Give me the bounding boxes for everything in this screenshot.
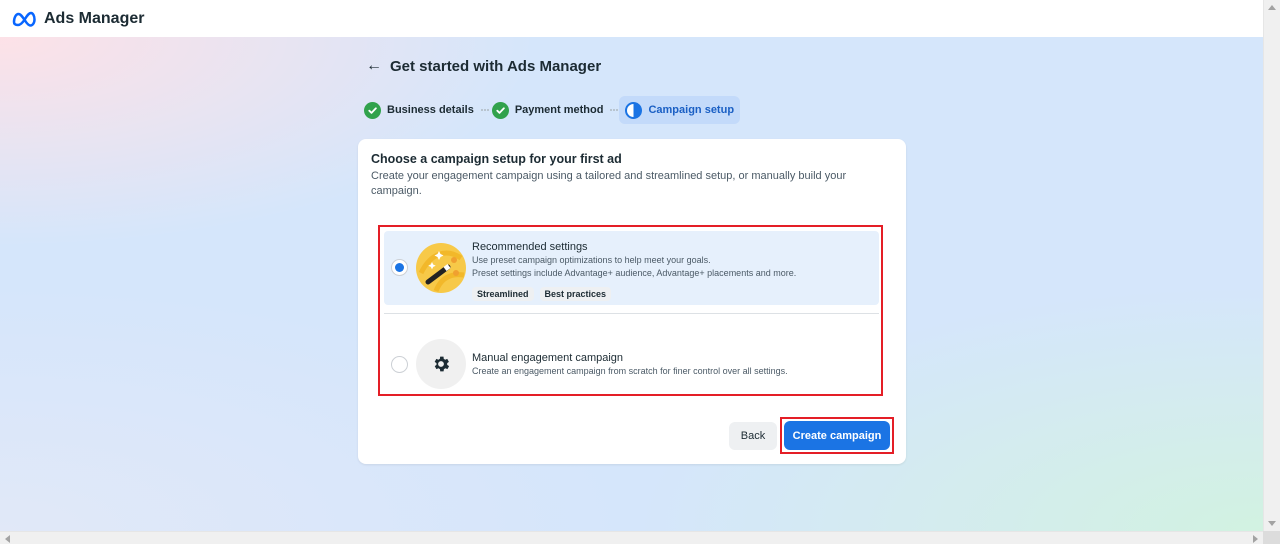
step-label: Business details: [387, 104, 474, 116]
step-business-details[interactable]: Business details: [362, 96, 480, 124]
meta-logo-icon: [12, 11, 36, 27]
card-description: Create your engagement campaign using a …: [371, 170, 847, 197]
step-label: Payment method: [514, 104, 604, 116]
step-connector: [610, 109, 619, 111]
page-header: ← Get started with Ads Manager: [366, 57, 601, 75]
create-button-highlight: Create campaign: [780, 417, 894, 454]
step-connector: [480, 109, 489, 111]
option-manual-campaign[interactable]: Manual engagement campaign Create an eng…: [384, 313, 879, 391]
tag-best-practices: Best practices: [539, 287, 612, 301]
radio-manual[interactable]: [391, 356, 408, 373]
scroll-right-arrow-icon[interactable]: [1253, 535, 1258, 543]
half-circle-icon: [625, 101, 643, 119]
radio-recommended[interactable]: [391, 259, 408, 276]
step-payment-method[interactable]: Payment method: [490, 96, 610, 124]
magic-wand-icon: [416, 243, 466, 293]
option-title: Recommended settings: [472, 241, 588, 253]
campaign-setup-card: Choose a campaign setup for your first a…: [358, 139, 906, 464]
app-title: Ads Manager: [44, 9, 145, 27]
back-button[interactable]: Back: [729, 422, 777, 450]
option-description: Preset settings include Advantage+ audie…: [472, 268, 797, 278]
vertical-scrollbar[interactable]: [1263, 0, 1280, 531]
top-bar: Ads Manager: [0, 0, 1263, 37]
option-title: Manual engagement campaign: [472, 352, 624, 364]
option-tags: Streamlined Best practices: [472, 287, 796, 301]
option-description: Use preset campaign optimizations to hel…: [472, 255, 711, 265]
card-title: Choose a campaign setup for your first a…: [371, 152, 622, 166]
progress-stepper: Business details Payment method Campaign…: [362, 96, 741, 124]
scrollbar-corner: [1263, 531, 1280, 544]
scroll-left-arrow-icon[interactable]: [5, 535, 10, 543]
option-recommended-settings[interactable]: Recommended settings Use preset campaign…: [384, 231, 879, 305]
radio-selected-dot: [395, 263, 404, 272]
option-description: Create an engagement campaign from scrat…: [472, 366, 788, 376]
option-text: Recommended settings Use preset campaign…: [472, 240, 796, 301]
check-circle-icon: [364, 101, 381, 119]
create-campaign-button[interactable]: Create campaign: [784, 421, 890, 450]
back-arrow-icon[interactable]: ←: [366, 57, 382, 75]
page-title: Get started with Ads Manager: [390, 57, 602, 75]
check-circle-icon: [491, 101, 509, 119]
step-label: Campaign setup: [648, 104, 735, 116]
scroll-down-arrow-icon[interactable]: [1268, 521, 1276, 526]
gear-icon: [416, 339, 466, 389]
horizontal-scrollbar[interactable]: [0, 531, 1263, 544]
scroll-up-arrow-icon[interactable]: [1268, 5, 1276, 10]
options-highlight-box: Recommended settings Use preset campaign…: [378, 225, 883, 396]
option-text: Manual engagement campaign Create an eng…: [472, 351, 788, 378]
step-campaign-setup[interactable]: Campaign setup: [619, 96, 741, 124]
tag-streamlined: Streamlined: [472, 287, 534, 301]
